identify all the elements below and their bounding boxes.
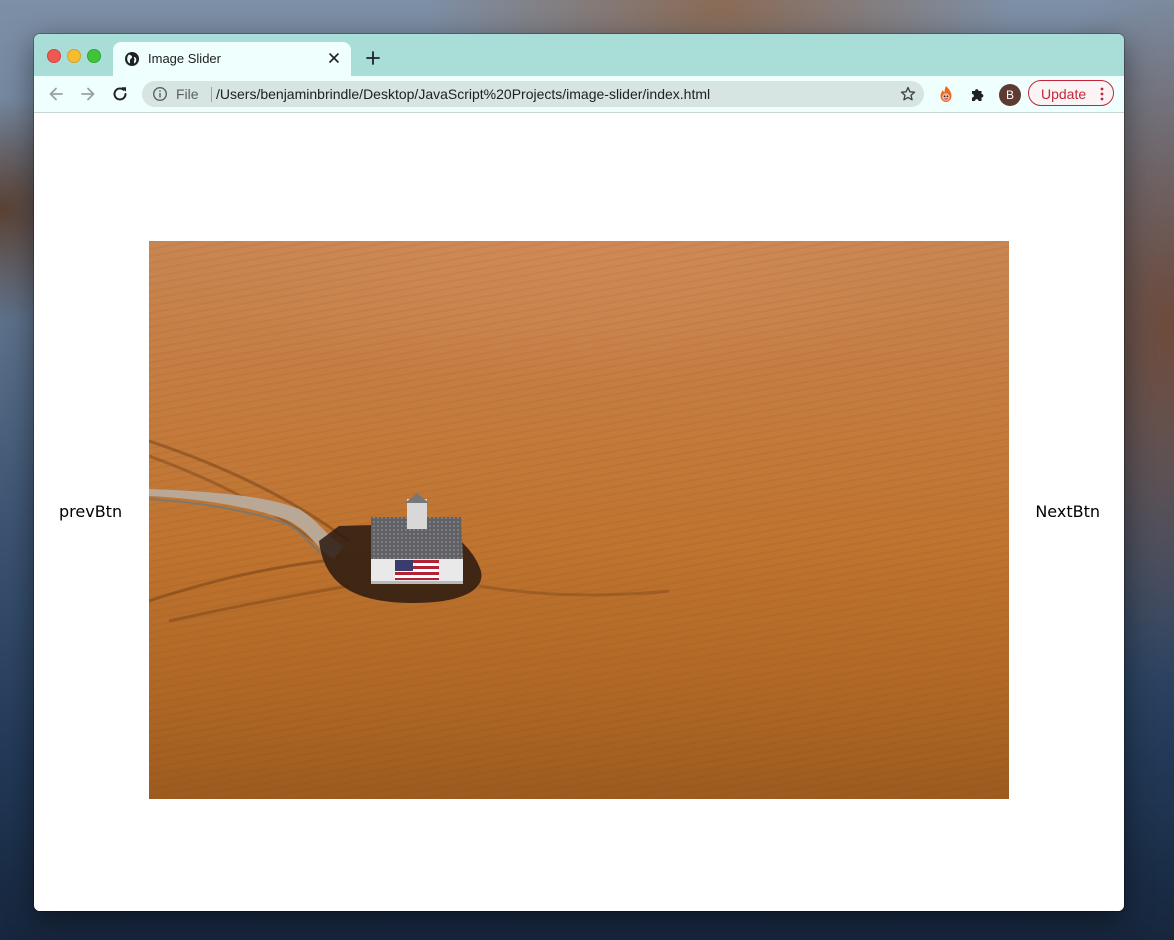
- prev-button[interactable]: prevBtn: [59, 502, 122, 521]
- browser-window: Image Slider File /Users/benjaminbrindle…: [34, 34, 1124, 911]
- globe-icon: [125, 52, 139, 66]
- new-tab-icon[interactable]: [365, 50, 381, 66]
- browser-toolbar: File /Users/benjaminbrindle/Desktop/Java…: [34, 76, 1124, 113]
- tab-title: Image Slider: [148, 51, 221, 66]
- scheme-label: File: [176, 86, 199, 102]
- tab-strip: Image Slider: [34, 34, 1124, 76]
- minimize-window-button[interactable]: [67, 49, 81, 63]
- back-arrow-icon[interactable]: [46, 84, 66, 104]
- close-tab-icon[interactable]: [327, 51, 341, 65]
- puzzle-piece-icon[interactable]: [968, 84, 988, 104]
- zoom-window-button[interactable]: [87, 49, 101, 63]
- page-content: prevBtn NextBtn: [34, 113, 1124, 911]
- close-window-button[interactable]: [47, 49, 61, 63]
- forward-arrow-icon[interactable]: [78, 84, 98, 104]
- slide-image: [149, 241, 1009, 799]
- update-label: Update: [1041, 86, 1087, 102]
- update-button[interactable]: Update: [1028, 80, 1114, 106]
- profile-avatar[interactable]: B: [999, 84, 1021, 106]
- next-button[interactable]: NextBtn: [1035, 502, 1100, 521]
- flame-extension-icon[interactable]: [936, 84, 956, 104]
- farmhouse-field-illustration: [149, 439, 670, 623]
- more-menu-icon[interactable]: [1100, 87, 1104, 101]
- reload-icon[interactable]: [110, 84, 130, 104]
- address-bar[interactable]: File /Users/benjaminbrindle/Desktop/Java…: [142, 81, 924, 107]
- address-separator: [211, 87, 212, 102]
- star-icon[interactable]: [900, 86, 916, 102]
- url-text[interactable]: /Users/benjaminbrindle/Desktop/JavaScrip…: [216, 86, 710, 102]
- info-icon[interactable]: [152, 86, 168, 102]
- tab-image-slider[interactable]: Image Slider: [113, 42, 351, 76]
